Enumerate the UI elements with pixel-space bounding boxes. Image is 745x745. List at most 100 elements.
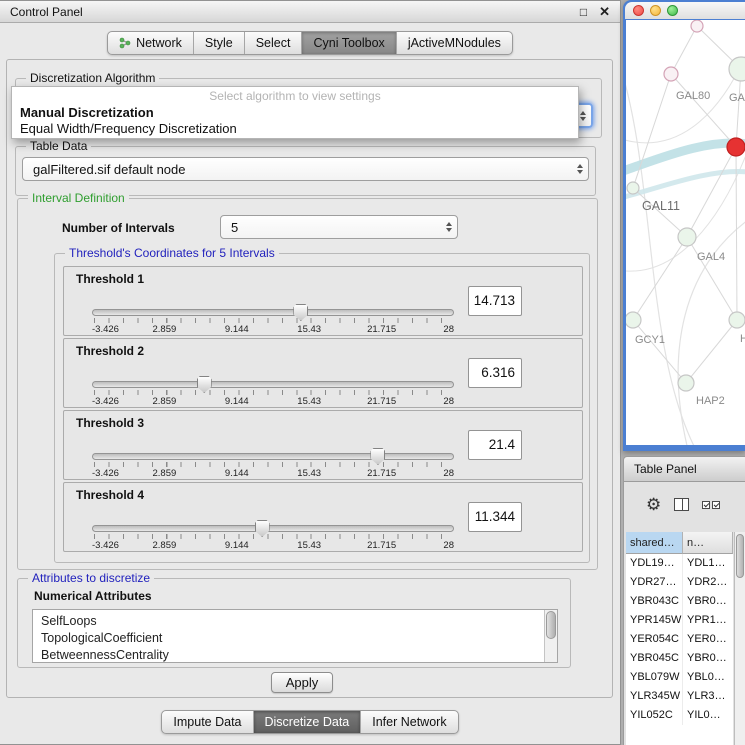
float-window-icon[interactable]: □ <box>580 6 587 18</box>
thresholds-group-title: Threshold's Coordinates for 5 Intervals <box>65 246 279 260</box>
node-gal4[interactable] <box>678 228 696 246</box>
dropdown-prompt: Select algorithm to view settings <box>12 89 578 104</box>
network-window-titlebar[interactable] <box>625 2 745 19</box>
dropdown-option-manual-discretization[interactable]: Manual Discretization <box>12 104 578 120</box>
tick-label: 28 <box>443 468 454 479</box>
network-graph[interactable]: GAL80GAGAL11GAL4GCY1HHAP2 <box>626 20 745 445</box>
threshold-panel-2: Threshold 2-3.4262.8599.14415.4321.71528… <box>63 338 583 408</box>
network-edge <box>633 320 686 383</box>
threshold-value-field[interactable]: 11.344 <box>468 502 522 532</box>
gear-icon[interactable]: ⚙ <box>646 496 661 513</box>
table-cell[interactable]: YER054C <box>626 630 683 649</box>
table-cell[interactable]: YIL0… <box>683 706 733 725</box>
threshold-slider[interactable]: -3.4262.8599.14415.4321.71528 <box>92 447 454 481</box>
node-hap2[interactable] <box>678 375 694 391</box>
column-header-1[interactable]: shared… <box>626 532 683 554</box>
tick-label: 28 <box>443 540 454 551</box>
table-cell[interactable]: YBR0… <box>683 592 733 611</box>
table-row[interactable]: YDR27…YDR2… <box>626 573 733 592</box>
table-cell[interactable]: YER0… <box>683 630 733 649</box>
table-cell[interactable]: YPR145W <box>626 611 683 630</box>
slider-track[interactable] <box>92 453 454 460</box>
network-node[interactable] <box>727 138 745 156</box>
table-data-combobox[interactable]: galFiltered.sif default node <box>22 157 589 181</box>
thresholds-group: Threshold's Coordinates for 5 Intervals … <box>54 253 590 563</box>
table-cell[interactable]: YLR3… <box>683 687 733 706</box>
table-cell[interactable]: YLR345W <box>626 687 683 706</box>
column-header-2[interactable]: n… <box>683 532 733 554</box>
tick-label: -3.426 <box>92 540 119 551</box>
table-row[interactable]: YBR043CYBR0… <box>626 592 733 611</box>
table-row[interactable]: YER054CYER0… <box>626 630 733 649</box>
close-traffic-light-icon[interactable] <box>633 5 644 16</box>
slider-track[interactable] <box>92 525 454 532</box>
tab-select[interactable]: Select <box>244 32 302 54</box>
list-scrollbar[interactable] <box>544 610 557 662</box>
tab-network[interactable]: Network <box>108 32 193 54</box>
threshold-slider[interactable]: -3.4262.8599.14415.4321.71528 <box>92 519 454 553</box>
table-cell[interactable]: YDR2… <box>683 573 733 592</box>
table-scrollbar[interactable] <box>734 532 745 745</box>
table-scrollbar-thumb[interactable] <box>736 534 744 578</box>
apply-button[interactable]: Apply <box>271 672 333 693</box>
list-item-topologicalcoefficient[interactable]: TopologicalCoefficient <box>33 630 557 647</box>
threshold-value-field[interactable]: 14.713 <box>468 286 522 316</box>
threshold-slider[interactable]: -3.4262.8599.14415.4321.71528 <box>92 375 454 409</box>
threshold-value-field[interactable]: 21.4 <box>468 430 522 460</box>
table-cell[interactable]: YIL052C <box>626 706 683 725</box>
node-gcy1[interactable] <box>626 312 641 328</box>
close-icon[interactable]: ✕ <box>599 5 610 18</box>
table-row[interactable]: YBR045CYBR0… <box>626 649 733 668</box>
zoom-traffic-light-icon[interactable] <box>667 5 678 16</box>
tab-cyni-toolbox[interactable]: Cyni Toolbox <box>301 32 395 54</box>
node-gal11[interactable] <box>627 182 639 194</box>
threshold-slider[interactable]: -3.4262.8599.14415.4321.71528 <box>92 303 454 337</box>
list-scrollbar-thumb[interactable] <box>546 611 556 639</box>
node-gal80[interactable] <box>664 67 678 81</box>
table-cell[interactable]: YBL0… <box>683 668 733 687</box>
tab-jactivemnodules[interactable]: jActiveMNodules <box>396 32 512 54</box>
node-ga[interactable] <box>729 57 745 81</box>
slider-track[interactable] <box>92 381 454 388</box>
list-item-selfloops[interactable]: SelfLoops <box>33 613 557 630</box>
table-cell[interactable]: YBR0… <box>683 649 733 668</box>
table-row[interactable]: YIL052CYIL0… <box>626 706 733 725</box>
tick-label: 2.859 <box>153 396 177 407</box>
tab-impute-data[interactable]: Impute Data <box>162 711 252 733</box>
list-item-betweennesscentrality[interactable]: BetweennessCentrality <box>33 647 557 663</box>
table-data-group: Table Data galFiltered.sif default node <box>15 146 596 196</box>
table-row[interactable]: YPR145WYPR1… <box>626 611 733 630</box>
threshold-value-field[interactable]: 6.316 <box>468 358 522 388</box>
titlebar[interactable]: Control Panel □ ✕ <box>0 1 620 23</box>
table-row[interactable]: YLR345WYLR3… <box>626 687 733 706</box>
columns-icon[interactable] <box>674 498 689 511</box>
table-cell[interactable]: YDR27… <box>626 573 683 592</box>
table-cell[interactable]: YDL1… <box>683 554 733 573</box>
node-attribute-table[interactable]: shared…n… YDL19…YDL1…YDR27…YDR2…YBR043CY… <box>626 532 733 745</box>
select-columns-icon[interactable] <box>702 501 720 509</box>
tab-infer-network[interactable]: Infer Network <box>360 711 457 733</box>
tab-discretize-data[interactable]: Discretize Data <box>253 711 361 733</box>
table-cell[interactable]: YBR045C <box>626 649 683 668</box>
table-cell[interactable]: YPR1… <box>683 611 733 630</box>
table-data-group-title: Table Data <box>26 139 91 153</box>
number-of-intervals-combobox[interactable]: 5 <box>220 215 458 239</box>
table-row[interactable]: YBL079WYBL0… <box>626 668 733 687</box>
table-row[interactable]: YDL19…YDL1… <box>626 554 733 573</box>
tab-style[interactable]: Style <box>193 32 244 54</box>
node-h[interactable] <box>729 312 745 328</box>
tab-label: Cyni Toolbox <box>313 36 384 50</box>
network-canvas[interactable]: GAL80GAGAL11GAL4GCY1HHAP2 <box>626 20 745 445</box>
table-cell[interactable]: YDL19… <box>626 554 683 573</box>
minimize-traffic-light-icon[interactable] <box>650 5 661 16</box>
tick-label: 21.715 <box>367 324 396 335</box>
node-label: GCY1 <box>635 334 665 346</box>
numerical-attributes-list[interactable]: SelfLoopsTopologicalCoefficientBetweenne… <box>32 609 558 663</box>
table-panel-titlebar[interactable]: Table Panel <box>623 456 745 482</box>
table-cell[interactable]: YBL079W <box>626 668 683 687</box>
slider-track[interactable] <box>92 309 454 316</box>
table-cell[interactable]: YBR043C <box>626 592 683 611</box>
dropdown-option-equal-width-frequency-discretization[interactable]: Equal Width/Frequency Discretization <box>12 120 578 136</box>
network-node[interactable] <box>691 20 703 32</box>
threshold-panel-3: Threshold 3-3.4262.8599.14415.4321.71528… <box>63 410 583 480</box>
